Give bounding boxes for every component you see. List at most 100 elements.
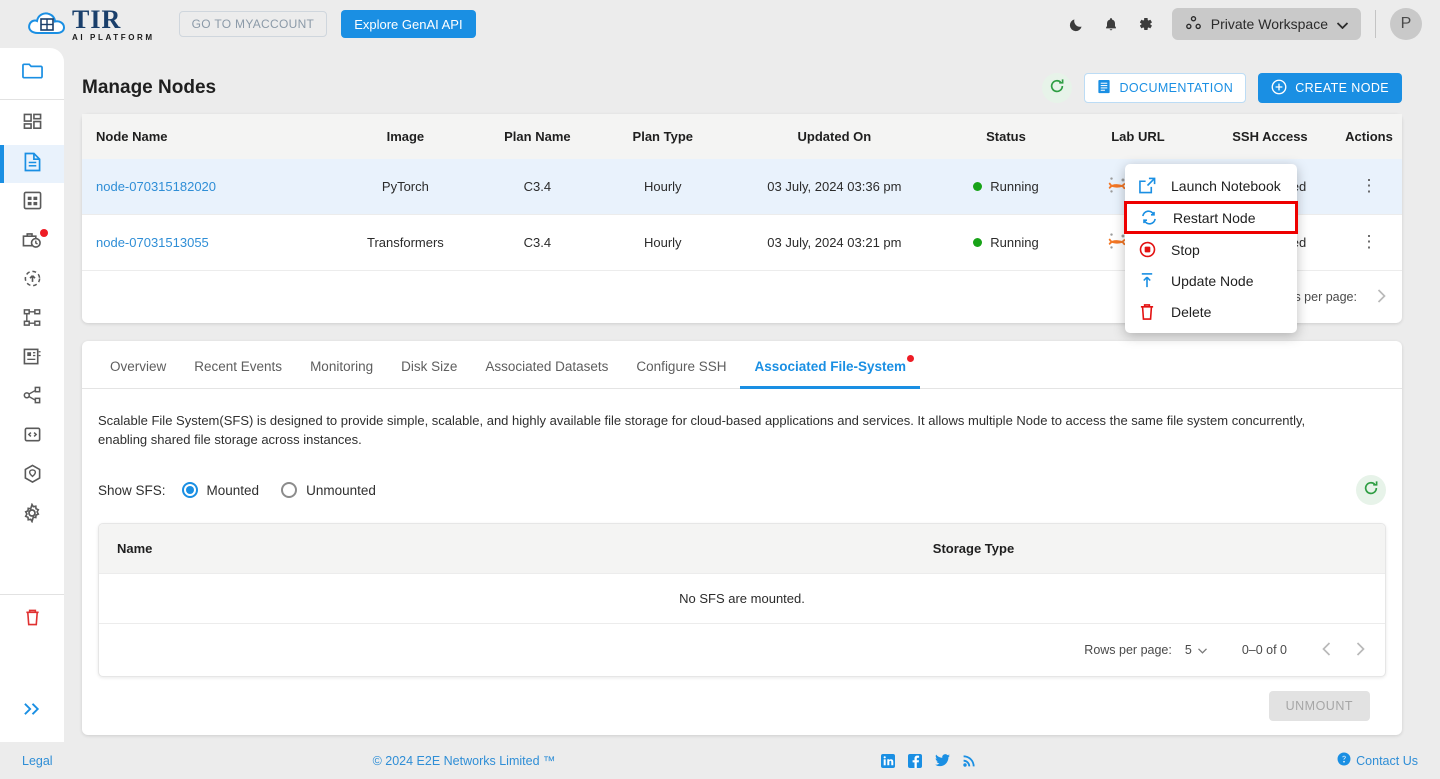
table-empty-row: No SFS are mounted. (99, 573, 1385, 624)
status-label: Running (990, 235, 1039, 250)
go-to-myaccount-button[interactable]: GO TO MYACCOUNT (178, 11, 328, 37)
column-name: Name (99, 524, 562, 574)
next-page-button[interactable] (1371, 287, 1392, 308)
sfs-description: Scalable File System(SFS) is designed to… (98, 413, 1306, 447)
column-lab-url: Lab URL (1071, 114, 1204, 159)
help-circle-icon (1337, 752, 1351, 769)
sfs-actions-row: UNMOUNT (98, 677, 1386, 721)
workspace-selector[interactable]: Private Workspace (1171, 8, 1361, 40)
top-bar-actions: Private Workspace P (1060, 7, 1440, 41)
menu-item-update-node[interactable]: Update Node (1125, 265, 1297, 296)
restart-icon (1140, 209, 1158, 226)
row-actions-kebab-icon[interactable]: ⋮ (1360, 232, 1377, 251)
radio-mounted[interactable]: Mounted (181, 482, 259, 498)
menu-item-label: Launch Notebook (1171, 177, 1281, 194)
sidebar-item-folder[interactable] (0, 54, 64, 92)
page-title: Manage Nodes (82, 77, 217, 98)
page-footer: Legal © 2024 E2E Networks Limited ™ Cont… (0, 742, 1440, 779)
sidebar-item-security[interactable] (0, 457, 64, 495)
radio-unmounted[interactable]: Unmounted (281, 482, 376, 498)
unmount-button[interactable]: UNMOUNT (1268, 691, 1370, 721)
tir-cloud-icon (26, 9, 70, 39)
document-icon (24, 152, 41, 177)
explore-genai-api-button[interactable]: Explore GenAI API (341, 10, 476, 38)
facebook-icon[interactable] (907, 753, 922, 768)
node-name-link[interactable]: node-07031513055 (96, 235, 209, 250)
menu-item-label: Delete (1171, 303, 1212, 320)
tab-configure-ssh[interactable]: Configure SSH (622, 341, 740, 388)
app-logo[interactable]: TIR AI PLATFORM (26, 4, 155, 42)
menu-item-label: Update Node (1171, 272, 1254, 289)
sidebar-item-jobs[interactable] (0, 223, 64, 261)
social-links (880, 753, 976, 768)
rows-per-page-select[interactable]: 5 (1185, 643, 1207, 657)
menu-item-restart-node[interactable]: Restart Node (1124, 201, 1298, 234)
table-icon (23, 191, 42, 215)
sidebar-expand-button[interactable] (0, 692, 64, 730)
sfs-table-card: Name Storage Type No SFS are mounted. Ro… (98, 523, 1386, 677)
refresh-sfs-button[interactable] (1356, 475, 1386, 505)
sidebar-item-dashboard[interactable] (0, 106, 64, 144)
cell-status: Running (939, 159, 1072, 215)
sidebar-item-api[interactable] (0, 418, 64, 456)
prev-page-button[interactable] (1316, 640, 1337, 661)
tab-monitoring[interactable]: Monitoring (296, 341, 387, 388)
menu-item-delete[interactable]: Delete (1125, 296, 1297, 327)
column-actions: Actions (1335, 114, 1402, 159)
divider (0, 99, 64, 100)
chevron-double-right-icon (23, 702, 42, 721)
briefcase-clock-icon (22, 230, 42, 254)
sidebar-item-pipelines[interactable] (0, 301, 64, 339)
sidebar-item-datasets[interactable] (0, 184, 64, 222)
gear-icon[interactable] (1128, 7, 1162, 41)
tab-associated-datasets[interactable]: Associated Datasets (471, 341, 622, 388)
sidebar-item-nodes[interactable] (0, 145, 64, 183)
avatar[interactable]: P (1390, 8, 1422, 40)
menu-item-launch-notebook[interactable]: Launch Notebook (1125, 170, 1297, 201)
rows-per-page-label: Rows per page: (1084, 643, 1172, 657)
show-sfs-label: Show SFS: (98, 482, 166, 498)
contact-us-label: Contact Us (1356, 753, 1418, 768)
legal-link[interactable]: Legal (22, 754, 53, 768)
column-plan-type: Plan Type (596, 114, 729, 159)
workspace-label: Private Workspace (1210, 16, 1328, 32)
refresh-nodes-button[interactable] (1042, 73, 1073, 103)
sidebar-item-trash[interactable] (0, 601, 64, 639)
node-name-link[interactable]: node-070315182020 (96, 179, 216, 194)
linkedin-icon[interactable] (880, 753, 895, 768)
workspace-nodes-icon (1185, 15, 1202, 33)
rocket-launch-icon (23, 269, 42, 293)
server-icon (23, 347, 42, 371)
folder-icon (21, 62, 43, 85)
rss-icon[interactable] (962, 754, 976, 767)
create-node-button[interactable]: CREATE NODE (1258, 73, 1402, 103)
radio-mounted-indicator (181, 482, 198, 498)
sidebar-item-servers[interactable] (0, 340, 64, 378)
sfs-table-header: Name Storage Type (99, 524, 1385, 574)
documentation-button[interactable]: DOCUMENTATION (1084, 73, 1247, 103)
column-ssh-access: SSH Access (1203, 114, 1336, 159)
external-link-icon (1138, 177, 1156, 194)
trash-icon (1138, 303, 1156, 321)
next-page-button[interactable] (1350, 640, 1371, 661)
menu-item-stop[interactable]: Stop (1125, 234, 1297, 265)
sidebar-item-inference[interactable] (0, 262, 64, 300)
tab-overview[interactable]: Overview (96, 341, 180, 388)
status-dot-running (973, 182, 983, 191)
bell-icon[interactable] (1094, 7, 1128, 41)
sidebar-item-settings[interactable] (0, 496, 64, 534)
menu-item-label: Stop (1171, 241, 1200, 258)
tab-recent-events[interactable]: Recent Events (180, 341, 296, 388)
sidebar-item-integrations[interactable] (0, 379, 64, 417)
cell-plan-type: Hourly (596, 214, 729, 271)
notification-badge (40, 229, 48, 237)
cell-actions: ⋮ (1335, 159, 1402, 215)
moon-icon[interactable] (1060, 7, 1094, 41)
tab-associated-file-system[interactable]: Associated File-System (740, 341, 920, 389)
row-actions-kebab-icon[interactable]: ⋮ (1360, 176, 1377, 195)
logo-title: TIR (72, 4, 122, 34)
tab-disk-size[interactable]: Disk Size (387, 341, 471, 388)
contact-us-link[interactable]: Contact Us (1337, 752, 1418, 769)
twitter-icon[interactable] (934, 754, 950, 767)
chevron-down-icon (1336, 16, 1349, 32)
